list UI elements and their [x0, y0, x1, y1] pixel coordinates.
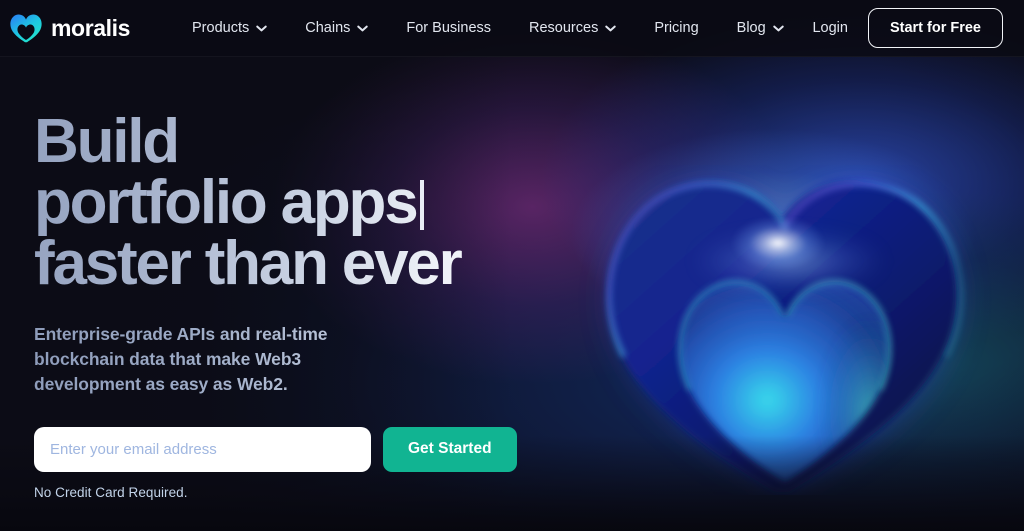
brand-logo-link[interactable]: moralis	[10, 13, 130, 43]
heart-light-burst-halo	[660, 150, 960, 300]
moralis-heart-graphic	[575, 165, 995, 495]
hero-subheading: Enterprise-grade APIs and real-time bloc…	[34, 322, 594, 397]
moralis-heart-logo-icon	[10, 14, 42, 43]
nav-label: Products	[192, 20, 250, 36]
nav-label: Resources	[529, 20, 599, 36]
nav-item-chains[interactable]: Chains	[286, 14, 387, 42]
chevron-down-icon	[772, 25, 784, 31]
heart-light-burst	[718, 186, 868, 278]
headline-lines-1-2: Build portfolio apps	[34, 107, 417, 237]
nav-label: Pricing	[654, 20, 699, 36]
headline-line-3: faster than ever	[34, 228, 461, 298]
login-link[interactable]: Login	[812, 20, 847, 36]
nav-label: For Business	[406, 20, 492, 36]
nav-item-blog[interactable]: Blog	[718, 14, 803, 42]
chevron-down-icon	[357, 25, 369, 31]
nav-item-for-business[interactable]: For Business	[387, 14, 510, 42]
hero-page: moralis Products Chains For Business Res…	[0, 0, 1024, 531]
typing-caret	[419, 179, 424, 230]
header-actions: Login Start for Free	[812, 8, 1003, 48]
nav-item-pricing[interactable]: Pricing	[635, 14, 717, 42]
nav-item-resources[interactable]: Resources	[510, 14, 635, 42]
get-started-button[interactable]: Get Started	[383, 426, 517, 472]
nav-label: Chains	[305, 20, 351, 36]
signup-form: Get Started	[34, 426, 594, 472]
no-credit-card-note: No Credit Card Required.	[34, 484, 188, 500]
page-title: Build portfolio apps faster than ever	[34, 112, 594, 294]
hero-section: Build portfolio apps faster than ever Ent…	[34, 112, 594, 500]
start-for-free-button[interactable]: Start for Free	[867, 8, 1003, 48]
site-header: moralis Products Chains For Business Res…	[0, 0, 1024, 57]
chevron-down-icon	[256, 25, 267, 31]
chevron-down-icon	[605, 25, 617, 31]
main-nav: Products Chains For Business Resources P…	[173, 14, 803, 42]
brand-name: moralis	[51, 14, 131, 41]
nav-label: Blog	[736, 20, 766, 36]
nav-item-products[interactable]: Products	[173, 14, 286, 42]
email-input[interactable]	[34, 426, 371, 472]
